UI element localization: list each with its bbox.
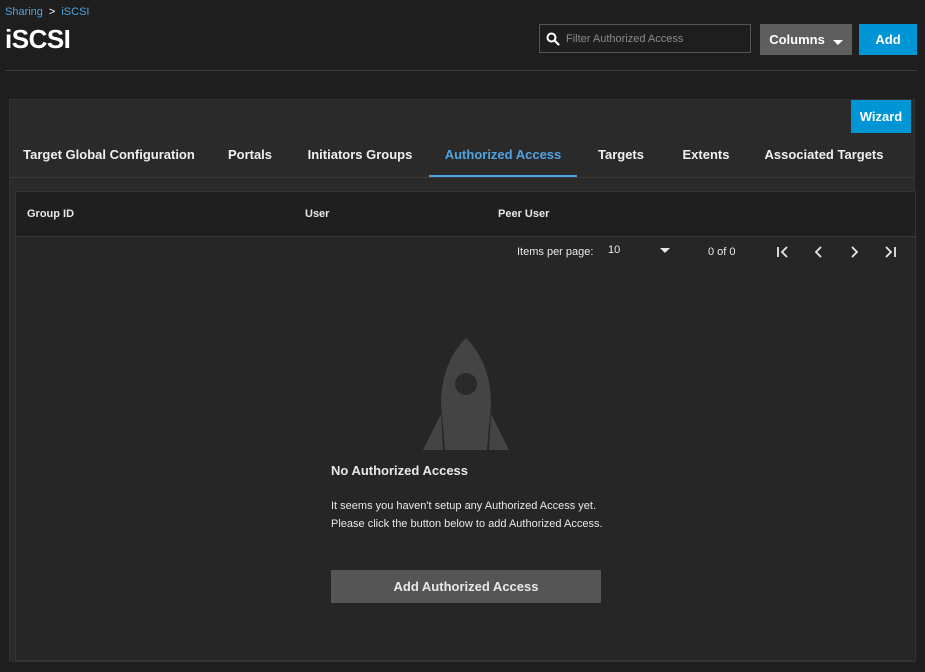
last-page-button[interactable] — [878, 240, 902, 264]
column-header-peer-user[interactable]: Peer User — [498, 192, 549, 236]
last-page-icon — [885, 246, 896, 258]
tab-targets[interactable]: Targets — [590, 133, 652, 175]
next-page-button[interactable] — [842, 240, 866, 264]
iscsi-card: Wizard Target Global Configuration Porta… — [9, 99, 916, 662]
column-header-group-id[interactable]: Group ID — [27, 192, 74, 236]
search-input[interactable] — [564, 31, 748, 46]
page-title: iSCSI — [5, 24, 71, 54]
tab-bar: Target Global Configuration Portals Init… — [10, 133, 914, 178]
empty-state-message: It seems you haven't setup any Authorize… — [331, 500, 603, 530]
items-per-page-select[interactable]: 10 — [608, 238, 670, 262]
items-per-page-value: 10 — [608, 244, 621, 256]
wizard-button[interactable]: Wizard — [851, 100, 911, 133]
tab-associated-targets[interactable]: Associated Targets — [762, 133, 886, 175]
add-button[interactable]: Add — [859, 24, 917, 55]
first-page-icon — [777, 246, 788, 258]
breadcrumb-iscsi-link[interactable]: iSCSI — [61, 6, 89, 18]
items-per-page-label: Items per page: — [517, 246, 594, 258]
columns-button-label: Columns — [769, 32, 825, 47]
columns-button[interactable]: Columns — [760, 24, 852, 55]
empty-state-title: No Authorized Access — [331, 463, 469, 478]
tab-portals[interactable]: Portals — [216, 133, 284, 175]
breadcrumb-separator: > — [48, 6, 56, 18]
chevron-down-icon — [660, 247, 670, 253]
tab-authorized-access[interactable]: Authorized Access — [429, 133, 577, 177]
chevron-down-icon — [832, 40, 843, 45]
chevron-left-icon — [814, 246, 822, 258]
rocket-icon — [423, 338, 509, 450]
authorized-access-table: Group ID User Peer User Items per page: … — [15, 191, 916, 661]
breadcrumb-sharing-link[interactable]: Sharing — [5, 6, 43, 18]
first-page-button[interactable] — [771, 240, 795, 264]
tab-extents[interactable]: Extents — [674, 133, 738, 175]
table-header: Group ID User Peer User — [16, 192, 915, 237]
search-icon — [546, 32, 560, 46]
tab-initiators-groups[interactable]: Initiators Groups — [300, 133, 420, 175]
pagination-range: 0 of 0 — [708, 246, 736, 258]
tab-target-global-configuration[interactable]: Target Global Configuration — [18, 133, 200, 175]
breadcrumb: Sharing > iSCSI — [5, 6, 89, 18]
column-header-user[interactable]: User — [305, 192, 329, 236]
add-authorized-access-button[interactable]: Add Authorized Access — [331, 570, 601, 603]
header-divider — [5, 70, 917, 71]
search-field[interactable] — [539, 24, 751, 53]
chevron-right-icon — [851, 246, 859, 258]
previous-page-button[interactable] — [807, 240, 831, 264]
